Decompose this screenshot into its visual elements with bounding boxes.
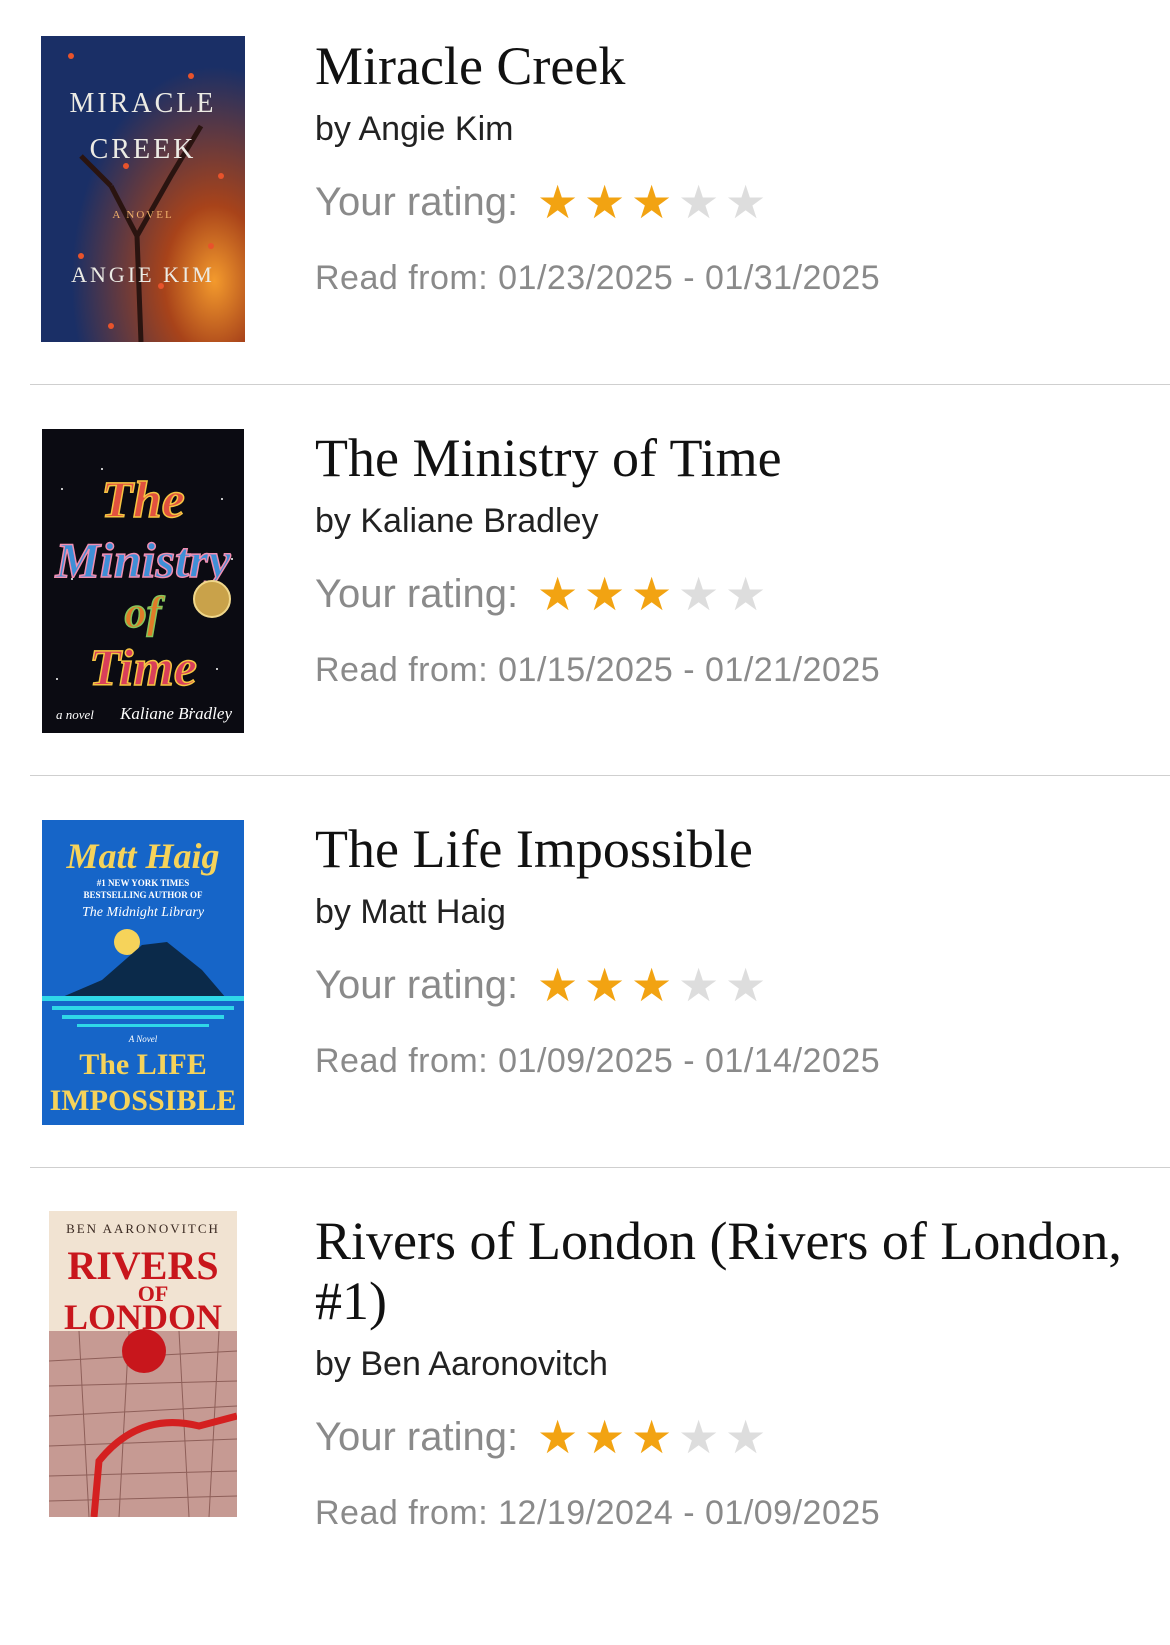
- star-icon[interactable]: ★: [581, 1414, 628, 1460]
- cover-subtitle: A NOVEL: [112, 209, 173, 221]
- book-row[interactable]: The Ministry of Time a novel Kaliane Bra…: [0, 385, 1170, 775]
- book-author[interactable]: by Angie Kim: [315, 110, 1150, 149]
- star-icon[interactable]: ★: [534, 179, 581, 225]
- cover-art: MIRACLE CREEK A NOVEL ANGIE KIM: [41, 36, 245, 342]
- cover-word-4: Time: [89, 640, 197, 697]
- book-author[interactable]: by Matt Haig: [315, 893, 1150, 932]
- rating-row: Your rating: ★ ★ ★ ★ ★: [315, 179, 1150, 225]
- book-title[interactable]: Miracle Creek: [315, 36, 1150, 96]
- star-icon[interactable]: ★: [628, 571, 675, 617]
- cover-word-3: LONDON: [64, 1297, 222, 1337]
- star-icon[interactable]: ★: [675, 1414, 722, 1460]
- star-icon[interactable]: ★: [722, 962, 769, 1008]
- star-icon[interactable]: ★: [722, 571, 769, 617]
- star-icon[interactable]: ★: [534, 571, 581, 617]
- book-title[interactable]: The Ministry of Time: [315, 428, 1150, 488]
- cover-title-line1: MIRACLE: [70, 88, 217, 119]
- cover-word-2: Ministry: [54, 532, 231, 588]
- cover-title-line2: IMPOSSIBLE: [50, 1084, 237, 1117]
- star-rating[interactable]: ★ ★ ★ ★ ★: [534, 962, 769, 1008]
- book-cover[interactable]: BEN AARONOVITCH RIVERS OF LONDON: [49, 1211, 237, 1517]
- book-row[interactable]: BEN AARONOVITCH RIVERS OF LONDON Rivers …: [0, 1168, 1170, 1645]
- star-icon[interactable]: ★: [581, 962, 628, 1008]
- cover-author: BEN AARONOVITCH: [66, 1221, 220, 1236]
- rating-label: Your rating:: [315, 1414, 519, 1459]
- book-author[interactable]: by Kaliane Bradley: [315, 502, 1150, 541]
- star-icon[interactable]: ★: [581, 571, 628, 617]
- book-cover[interactable]: Matt Haig #1 NEW YORK TIMES BESTSELLING …: [42, 820, 244, 1125]
- cover-word-1: The: [101, 472, 185, 529]
- cover-art: The Ministry of Time a novel Kaliane Bra…: [42, 429, 244, 733]
- book-author[interactable]: by Ben Aaronovitch: [315, 1345, 1150, 1384]
- cover-tagline-3: The Midnight Library: [82, 905, 205, 920]
- star-icon[interactable]: ★: [675, 571, 722, 617]
- cover-subtitle: a novel: [56, 707, 94, 722]
- book-title[interactable]: Rivers of London (Rivers of London, #1): [315, 1211, 1150, 1331]
- cover-author: ANGIE KIM: [71, 262, 215, 287]
- star-icon[interactable]: ★: [628, 1414, 675, 1460]
- read-dates: Read from: 12/19/2024 - 01/09/2025: [315, 1494, 881, 1532]
- cover-author: Kaliane Bradley: [119, 704, 232, 723]
- cover-art: BEN AARONOVITCH RIVERS OF LONDON: [49, 1211, 237, 1517]
- star-icon[interactable]: ★: [722, 179, 769, 225]
- award-seal-icon: [193, 580, 231, 618]
- read-dates: Read from: 01/23/2025 - 01/31/2025: [315, 259, 881, 297]
- star-icon[interactable]: ★: [675, 962, 722, 1008]
- cover-author: Matt Haig: [65, 836, 219, 876]
- star-rating[interactable]: ★ ★ ★ ★ ★: [534, 1414, 769, 1460]
- cover-tagline-1: #1 NEW YORK TIMES: [97, 878, 190, 888]
- read-dates: Read from: 01/09/2025 - 01/14/2025: [315, 1042, 881, 1080]
- cover-tagline-2: BESTSELLING AUTHOR OF: [83, 890, 203, 900]
- star-icon[interactable]: ★: [581, 179, 628, 225]
- book-cover[interactable]: MIRACLE CREEK A NOVEL ANGIE KIM: [41, 36, 245, 342]
- rating-row: Your rating: ★ ★ ★ ★ ★: [315, 1414, 1150, 1460]
- cover-subtitle: A Novel: [128, 1034, 158, 1044]
- rating-label: Your rating:: [315, 571, 519, 616]
- read-dates: Read from: 01/15/2025 - 01/21/2025: [315, 651, 881, 689]
- star-rating[interactable]: ★ ★ ★ ★ ★: [534, 179, 769, 225]
- rating-label: Your rating:: [315, 962, 519, 1007]
- star-rating[interactable]: ★ ★ ★ ★ ★: [534, 571, 769, 617]
- star-icon[interactable]: ★: [534, 1414, 581, 1460]
- rating-row: Your rating: ★ ★ ★ ★ ★: [315, 962, 1150, 1008]
- book-row[interactable]: Matt Haig #1 NEW YORK TIMES BESTSELLING …: [0, 776, 1170, 1167]
- book-row[interactable]: MIRACLE CREEK A NOVEL ANGIE KIM Miracle …: [0, 0, 1170, 384]
- book-title[interactable]: The Life Impossible: [315, 819, 1150, 879]
- star-icon[interactable]: ★: [628, 962, 675, 1008]
- star-icon[interactable]: ★: [675, 179, 722, 225]
- book-cover[interactable]: The Ministry of Time a novel Kaliane Bra…: [42, 429, 244, 733]
- cover-title-line1: The LIFE: [79, 1048, 207, 1081]
- star-icon[interactable]: ★: [628, 179, 675, 225]
- rating-label: Your rating:: [315, 179, 519, 224]
- cover-word-3: of: [125, 588, 166, 637]
- cover-title-line2: CREEK: [90, 134, 197, 165]
- rating-row: Your rating: ★ ★ ★ ★ ★: [315, 571, 1150, 617]
- star-icon[interactable]: ★: [722, 1414, 769, 1460]
- cover-art: Matt Haig #1 NEW YORK TIMES BESTSELLING …: [42, 820, 244, 1125]
- star-icon[interactable]: ★: [534, 962, 581, 1008]
